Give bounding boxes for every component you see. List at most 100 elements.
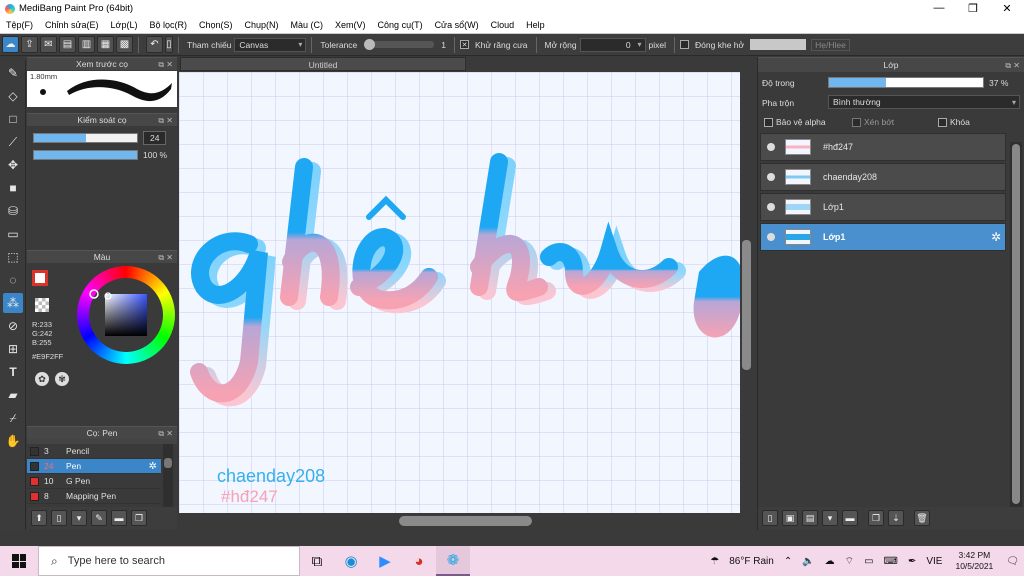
menu-file[interactable]: Tệp(F) xyxy=(0,20,39,30)
page-icon[interactable]: ▤ xyxy=(59,36,76,53)
grid-icon[interactable]: ▦ xyxy=(97,36,114,53)
gradient-tool-icon[interactable]: ▭ xyxy=(3,224,23,244)
select-brush-icon[interactable]: ⊘ xyxy=(3,316,23,336)
layer-folder-icon[interactable]: ▬ xyxy=(842,510,858,526)
layer-row-lop1-selected[interactable]: Lớp1 ✲ xyxy=(760,223,1006,251)
layer-scroll-thumb[interactable] xyxy=(1012,144,1020,504)
chrome-icon[interactable]: ◕ xyxy=(402,546,436,576)
tile-icon[interactable]: ▩ xyxy=(116,36,133,53)
brush-size-slider[interactable] xyxy=(33,133,138,143)
brush-item-g-pen[interactable]: 10 G Pen xyxy=(27,474,161,489)
volume-icon[interactable]: 🔈 xyxy=(802,556,814,567)
palette-settings-icon[interactable]: ✾ xyxy=(55,372,69,386)
eraser-tool-icon[interactable]: ◇ xyxy=(3,86,23,106)
vertical-scroll-thumb[interactable] xyxy=(742,240,751,370)
onedrive-icon[interactable]: ☁ xyxy=(825,556,835,567)
menu-tools[interactable]: Công cụ(T) xyxy=(372,20,429,30)
layer-list-scrollbar[interactable] xyxy=(1010,142,1022,512)
keyboard-icon[interactable]: ⌨ xyxy=(884,556,898,567)
cloud-icon[interactable]: ☁ xyxy=(2,36,19,53)
menu-window[interactable]: Cửa sổ(W) xyxy=(429,20,485,30)
brush-item-pencil[interactable]: 3 Pencil xyxy=(27,444,161,459)
antialias-checkbox[interactable]: ✕ xyxy=(460,40,470,49)
tolerance-slider[interactable] xyxy=(364,39,435,50)
minimize-button[interactable]: — xyxy=(922,2,956,15)
undock-icon[interactable]: ⧉ ✕ xyxy=(158,114,173,127)
share-icon[interactable]: ⇪ xyxy=(21,36,38,53)
new-halftone-layer-icon[interactable]: ▣ xyxy=(782,510,798,526)
brush-options-icon[interactable]: ▾ xyxy=(71,510,87,526)
new-8bit-layer-icon[interactable]: ▤ xyxy=(802,510,818,526)
layer-row-chaenday208[interactable]: chaenday208 xyxy=(760,163,1006,191)
close-gap-slider[interactable] xyxy=(750,39,807,50)
new-layer-icon[interactable]: ▯ xyxy=(762,510,778,526)
menu-select[interactable]: Chọn(S) xyxy=(193,20,239,30)
text-tool-icon[interactable]: T xyxy=(3,362,23,382)
notification-icon[interactable]: 🗨 xyxy=(1006,556,1019,567)
canvas-vertical-scrollbar[interactable] xyxy=(740,72,753,517)
lock-option[interactable]: Khóa xyxy=(938,117,970,127)
artwork-canvas[interactable]: chaenday208 #hđ247 xyxy=(179,72,753,517)
blend-mode-select[interactable]: Bình thường xyxy=(828,95,1020,109)
menu-view[interactable]: Xem(V) xyxy=(329,20,372,30)
layer-settings-gear-icon[interactable]: ✲ xyxy=(991,230,1001,244)
brush-list-scrollbar[interactable] xyxy=(163,444,173,510)
fill-shape-icon[interactable]: ■ xyxy=(3,178,23,198)
hand-tool-icon[interactable]: ✋ xyxy=(3,431,23,451)
delete-layer-icon[interactable]: 🗑 xyxy=(914,510,930,526)
layer-visibility-icon[interactable] xyxy=(767,203,775,211)
protect-alpha-option[interactable]: Bảo vệ alpha xyxy=(764,117,826,127)
edge-browser-icon[interactable]: ◉ xyxy=(334,546,368,576)
layer-visibility-icon[interactable] xyxy=(767,173,775,181)
undock-icon[interactable]: ⧉ ✕ xyxy=(158,427,173,440)
close-gap-checkbox[interactable] xyxy=(680,40,690,49)
menu-layer[interactable]: Lớp(L) xyxy=(105,20,144,30)
merge-layer-icon[interactable]: ⇣ xyxy=(888,510,904,526)
divide-tool-icon[interactable]: ▰ xyxy=(3,385,23,405)
dot-tool-icon[interactable]: □ xyxy=(3,109,23,129)
canvas-tab[interactable]: Untitled xyxy=(180,57,466,71)
transparent-color-swatch[interactable] xyxy=(35,298,49,312)
lasso-tool-icon[interactable]: ◌ xyxy=(3,270,23,290)
move-tool-icon[interactable]: ✥ xyxy=(3,155,23,175)
bucket-tool-icon[interactable]: ⛁ xyxy=(3,201,23,221)
brush-item-pen[interactable]: 24 Pen ✲ xyxy=(27,459,161,474)
eyedropper-icon[interactable]: ⌿ xyxy=(3,408,23,428)
clipping-checkbox[interactable] xyxy=(852,117,861,127)
undo-icon[interactable]: ↶ xyxy=(146,36,163,53)
foreground-color-swatch[interactable] xyxy=(32,270,48,286)
protect-alpha-checkbox[interactable] xyxy=(764,117,773,127)
layer-row-lop1-a[interactable]: Lớp1 xyxy=(760,193,1006,221)
menu-help[interactable]: Help xyxy=(520,20,551,30)
expand-input[interactable]: 0 xyxy=(579,37,646,52)
battery-icon[interactable]: ▭ xyxy=(864,556,873,567)
pen-icon[interactable]: ✒ xyxy=(908,556,916,567)
palette-icon[interactable]: ✿ xyxy=(35,372,49,386)
horizontal-scroll-thumb[interactable] xyxy=(399,516,532,526)
brush-item-mapping-pen[interactable]: 8 Mapping Pen xyxy=(27,489,161,504)
select-pen-icon[interactable]: ⟋ xyxy=(3,132,23,152)
duplicate-layer-icon[interactable]: ❐ xyxy=(868,510,884,526)
brush-copy-icon[interactable]: ❐ xyxy=(131,510,147,526)
layer-row-hd247[interactable]: #hđ247 xyxy=(760,133,1006,161)
language-indicator[interactable]: VIE xyxy=(926,556,942,567)
new-brush-icon[interactable]: ▯ xyxy=(51,510,67,526)
reference-select[interactable]: Canvas xyxy=(234,37,307,52)
menu-color[interactable]: Màu (C) xyxy=(285,20,330,30)
brush-size-value[interactable]: 24 xyxy=(143,131,167,145)
brush-tool-icon[interactable]: ✎ xyxy=(3,63,23,83)
undock-icon[interactable]: ⧉ ✕ xyxy=(158,58,173,71)
rect-select-icon[interactable]: ⬚ xyxy=(3,247,23,267)
weather-icon[interactable]: ☂ xyxy=(710,556,719,567)
task-view-icon[interactable]: ⧉ xyxy=(300,546,334,576)
save-icon[interactable]: ▥ xyxy=(78,36,95,53)
layer-opacity-slider[interactable] xyxy=(828,77,984,88)
brush-folder-icon[interactable]: ▬ xyxy=(111,510,127,526)
brush-settings-gear-icon[interactable]: ✲ xyxy=(149,461,157,472)
zoom-app-icon[interactable]: ▶ xyxy=(368,546,402,576)
color-wheel[interactable] xyxy=(77,266,175,364)
medibang-taskbar-icon[interactable]: ❁ xyxy=(436,546,470,576)
canvas-horizontal-scrollbar[interactable] xyxy=(179,513,753,529)
weather-text[interactable]: 86°F Rain xyxy=(729,556,774,567)
magic-wand-icon[interactable]: ⁂ xyxy=(3,293,23,313)
